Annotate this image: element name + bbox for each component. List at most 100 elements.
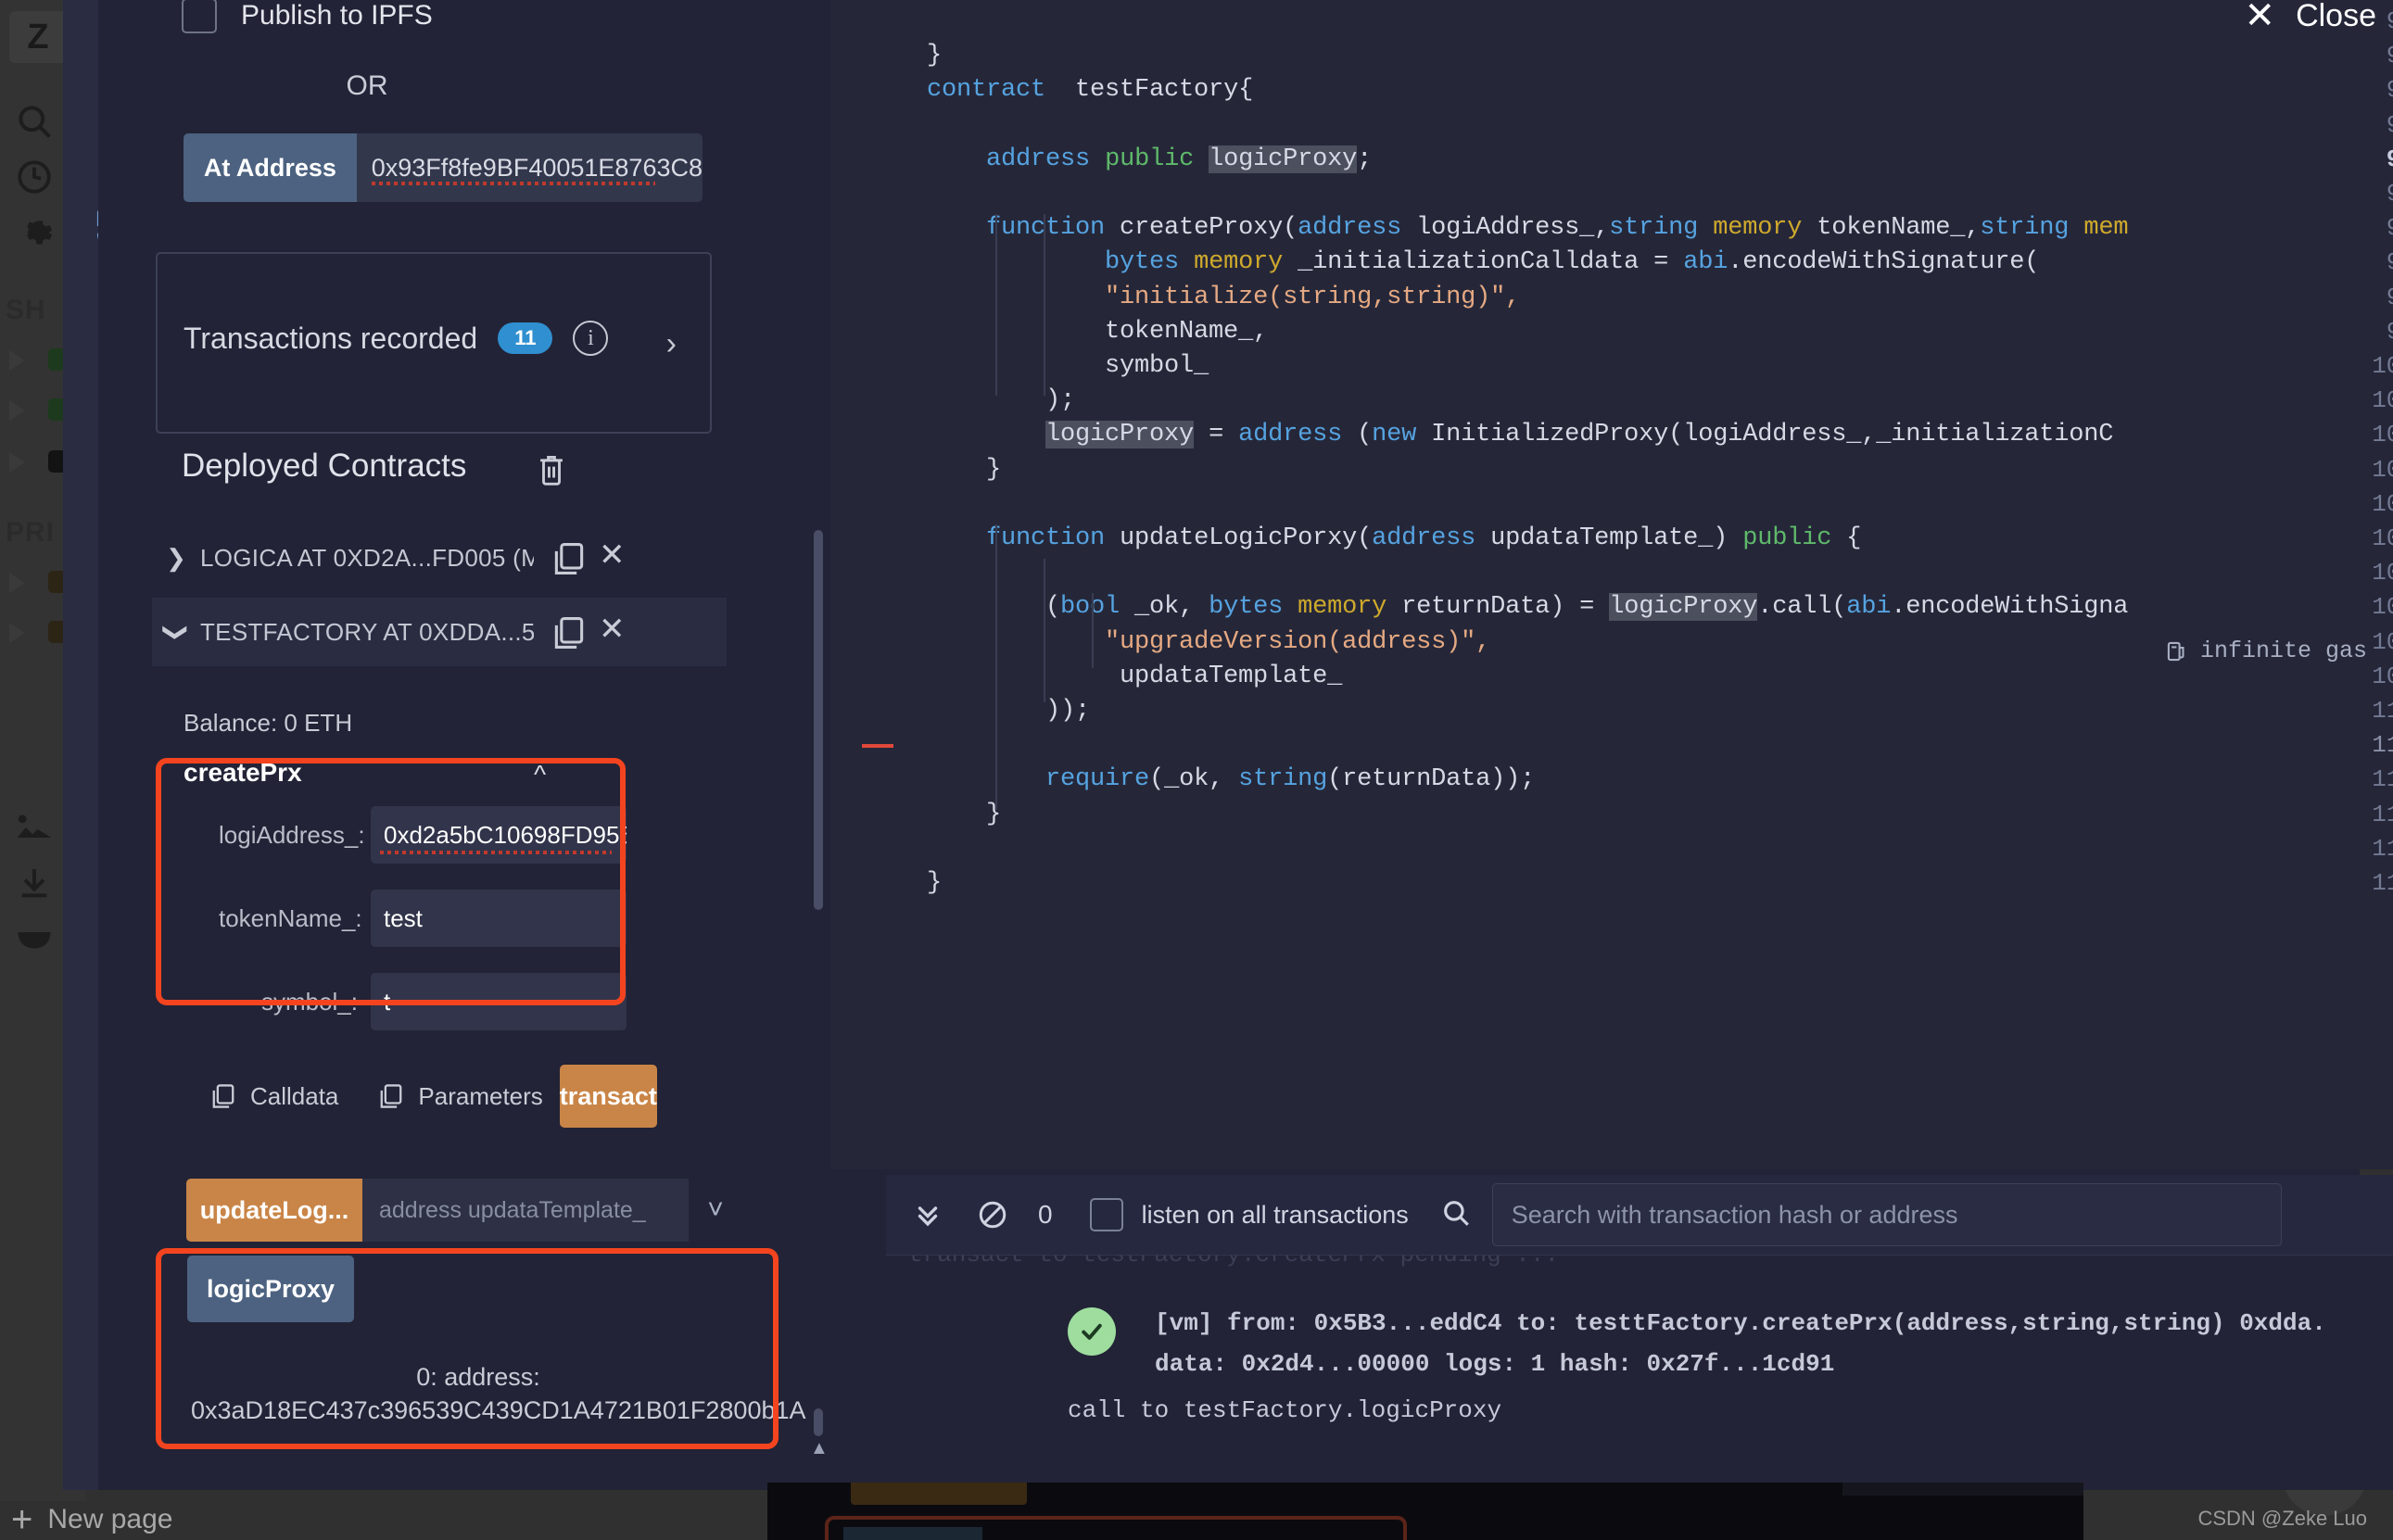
- new-page-button[interactable]: + New page: [11, 1501, 172, 1538]
- editor-code-line[interactable]: }: [927, 869, 942, 897]
- param-label: tokenName_:: [219, 903, 362, 932]
- info-icon[interactable]: i: [573, 321, 609, 356]
- transact-button[interactable]: transact: [559, 1065, 657, 1128]
- code-token: memory: [1194, 248, 1284, 277]
- code-token: bytes: [1209, 593, 1284, 622]
- close-icon[interactable]: ✕: [599, 536, 626, 574]
- editor-code-line[interactable]: (bool _ok, bytes memory returnData) = lo…: [927, 593, 2129, 622]
- editor-indent-guide: [1044, 214, 1045, 397]
- editor-code-line[interactable]: "upgradeVersion(address)",: [927, 628, 1490, 656]
- chevron-right-icon[interactable]: ›: [666, 326, 677, 362]
- code-token: (: [927, 593, 1061, 622]
- deployed-contract-row[interactable]: ❯ TESTFACTORY AT 0XDDA...5482D ✕: [152, 598, 727, 666]
- close-button[interactable]: ✕ Close: [2245, 0, 2376, 37]
- collapse-all-icon[interactable]: [912, 1199, 943, 1231]
- editor-line-number: 108: [2372, 627, 2393, 656]
- tokenname-input[interactable]: test: [371, 890, 627, 947]
- editor-code-line[interactable]: updataTemplate_: [927, 663, 1342, 690]
- code-token: "initialize(string,string)",: [1105, 283, 1521, 311]
- disclosure-triangle-icon[interactable]: [9, 350, 25, 371]
- deployed-contracts-title: Deployed Contracts: [182, 448, 467, 484]
- terminal-log-line: data: 0x2d4...00000 logs: 1 hash: 0x27f.…: [1155, 1350, 1835, 1378]
- editor-code-line[interactable]: function createProxy(address logiAddress…: [927, 214, 2129, 243]
- editor-code-line[interactable]: address public logicProxy;: [927, 145, 1372, 173]
- chevron-down-icon[interactable]: ˅: [689, 1194, 742, 1226]
- editor-code-line[interactable]: contract testFactory{: [927, 76, 1253, 104]
- at-address-input[interactable]: 0x93Ff8fe9BF40051E8763C8: [356, 133, 703, 202]
- publish-ipfs-checkbox[interactable]: [182, 0, 217, 33]
- code-token: updataTemplate_): [1475, 524, 1743, 552]
- param-value: 0xd2a5bC10698FD955D1Fe6cb: [384, 820, 627, 849]
- function-param-row: tokenName_: test: [219, 890, 627, 947]
- transactions-recorded-box[interactable]: Transactions recorded 11 i ›: [156, 252, 712, 434]
- editor-line-number: 98: [2387, 284, 2393, 311]
- chevron-down-icon[interactable]: ❯: [162, 608, 191, 656]
- listen-all-checkbox[interactable]: [1089, 1198, 1123, 1231]
- trash-icon[interactable]: [536, 452, 567, 486]
- copy-icon[interactable]: [551, 614, 588, 656]
- panel-scrollbar[interactable]: [814, 530, 823, 910]
- update-template-input[interactable]: address updataTemplate_: [362, 1179, 689, 1242]
- code-token: new: [1372, 421, 1417, 449]
- editor-code-line[interactable]: require(_ok, string(returnData));: [927, 765, 1535, 793]
- disclosure-triangle-icon[interactable]: [9, 623, 25, 643]
- editor-code-line[interactable]: bytes memory _initializationCalldata = a…: [927, 248, 2039, 276]
- terminal-search-input[interactable]: Search with transaction hash or address: [1491, 1183, 2282, 1246]
- editor-code-line[interactable]: "initialize(string,string)",: [927, 284, 1520, 311]
- download-icon[interactable]: [6, 854, 63, 912]
- editor-line-number: 101: [2372, 386, 2393, 415]
- gear-icon[interactable]: [6, 204, 63, 261]
- parameters-button[interactable]: Parameters: [377, 1082, 543, 1111]
- editor-line-number: 97: [2387, 248, 2393, 276]
- editor-line-number: 96: [2387, 214, 2393, 242]
- panel-scrollbar-lower[interactable]: [814, 1408, 823, 1436]
- logiaddress-input[interactable]: 0xd2a5bC10698FD955D1Fe6cb: [371, 806, 627, 864]
- editor-code-line[interactable]: );: [927, 386, 1075, 414]
- code-token: tokenName_,: [927, 317, 1269, 346]
- editor-code-line[interactable]: }: [927, 456, 1001, 484]
- editor-code-line[interactable]: }: [927, 42, 942, 69]
- deployed-contract-row[interactable]: ❯ LOGICA AT 0XD2A...FD005 (MEMOI ✕: [152, 524, 727, 592]
- editor-indent-guide: [995, 524, 997, 810]
- editor-code-line[interactable]: logicProxy = address (new InitializedPro…: [927, 421, 2113, 449]
- search-icon[interactable]: [6, 93, 63, 150]
- editor-code-line[interactable]: tokenName_,: [927, 318, 1268, 346]
- param-label: logiAddress_:: [219, 820, 365, 849]
- code-token: tokenName_,: [1802, 214, 1981, 243]
- bowl-icon[interactable]: [6, 910, 63, 967]
- editor-error-marker: [862, 744, 893, 749]
- update-logic-button[interactable]: updateLog...: [186, 1179, 362, 1242]
- editor-code-line[interactable]: ));: [927, 697, 1090, 725]
- logicproxy-button[interactable]: logicProxy: [187, 1256, 354, 1322]
- plus-icon: +: [11, 1499, 33, 1540]
- editor-line-number: 100: [2372, 352, 2393, 380]
- code-editor[interactable]: 90 91} 92 contract testFactory{93 94 address…: [830, 0, 2393, 1169]
- editor-code-line[interactable]: function updateLogicPorxy(address updata…: [927, 524, 1861, 552]
- gas-estimate-label: infinite gas: [2200, 637, 2368, 664]
- chevron-up-icon[interactable]: ▲: [810, 1438, 829, 1459]
- copy-icon[interactable]: [551, 540, 588, 582]
- clear-console-icon[interactable]: [977, 1199, 1008, 1231]
- code-token: logicProxy: [1045, 421, 1195, 449]
- clock-icon[interactable]: [6, 148, 63, 206]
- disclosure-triangle-icon[interactable]: [9, 573, 25, 593]
- editor-code-line[interactable]: }: [927, 801, 1001, 828]
- editor-code-line[interactable]: symbol_: [927, 352, 1209, 380]
- symbol-input[interactable]: t: [371, 973, 627, 1030]
- disclosure-triangle-icon[interactable]: [9, 400, 25, 421]
- code-token: function: [986, 524, 1106, 552]
- image-icon[interactable]: [6, 799, 63, 856]
- close-icon[interactable]: ✕: [599, 611, 626, 648]
- at-address-button[interactable]: At Address: [184, 133, 357, 202]
- remix-window: Publish to IPFS OR At Address 0x93Ff8fe9…: [63, 0, 2393, 1490]
- calldata-button[interactable]: Calldata: [209, 1082, 338, 1111]
- chevron-right-icon[interactable]: ❯: [152, 544, 200, 573]
- chevron-up-icon[interactable]: ^: [534, 760, 546, 789]
- code-token: memory: [1713, 214, 1803, 243]
- publish-ipfs-row[interactable]: Publish to IPFS: [182, 0, 433, 33]
- disclosure-triangle-icon[interactable]: [9, 452, 25, 473]
- code-token: {: [1831, 524, 1862, 552]
- terminal-log-line: call to testFactory.logicProxy: [1068, 1396, 1502, 1424]
